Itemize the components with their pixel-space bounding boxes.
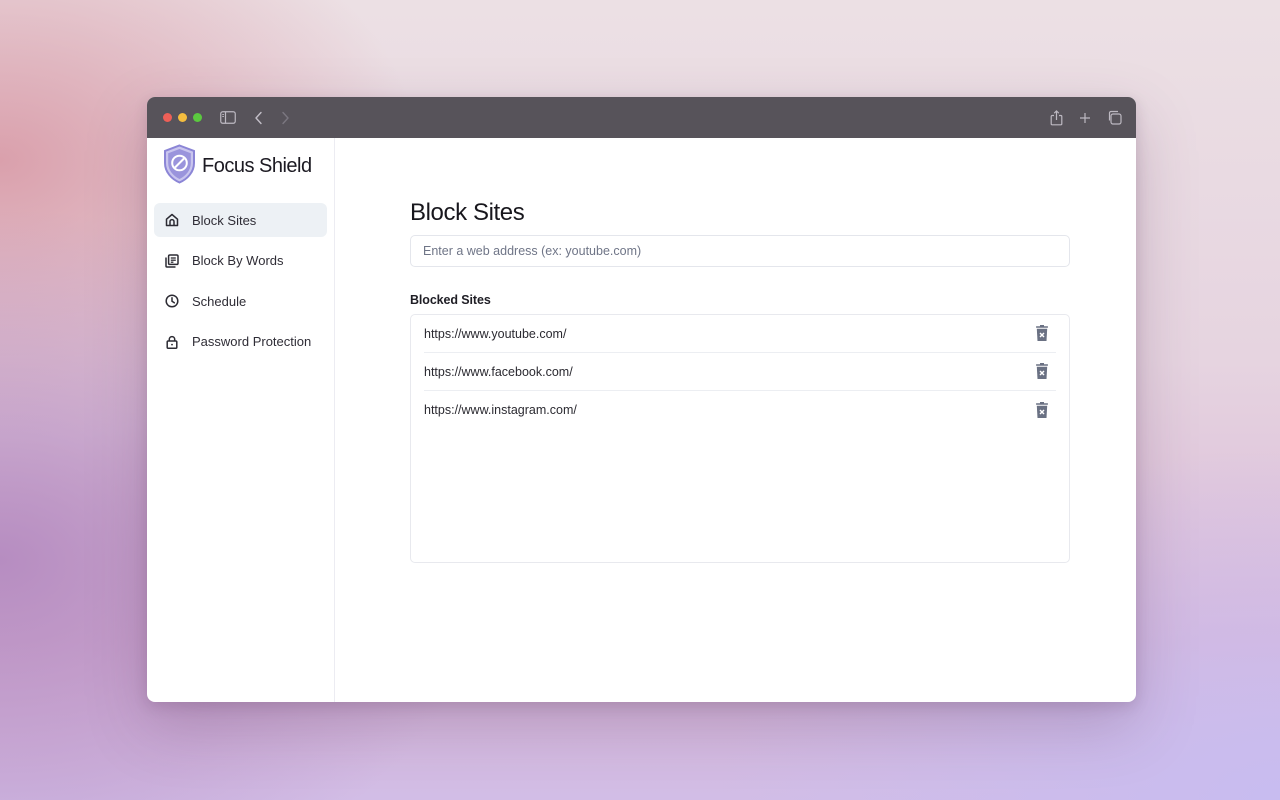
sidebar-item-label: Block Sites [192, 212, 257, 228]
blocked-sites-label: Blocked Sites [410, 293, 491, 307]
site-url: https://www.instagram.com/ [424, 403, 577, 417]
trash-icon [1036, 363, 1048, 379]
main-content: Block Sites Blocked Sites https://www.yo… [335, 138, 1136, 702]
page-title: Block Sites [410, 199, 525, 226]
forward-icon[interactable] [281, 111, 290, 125]
sidebar-item-password-protection[interactable]: Password Protection [154, 325, 327, 359]
sidebar-item-block-by-words[interactable]: Block By Words [154, 244, 327, 278]
zoom-window-button[interactable] [193, 113, 202, 122]
list-item: https://www.youtube.com/ [424, 315, 1056, 353]
traffic-lights [163, 113, 202, 122]
share-icon[interactable] [1050, 109, 1063, 126]
browser-window: Focus Shield Block Sites Block By Words … [147, 97, 1136, 702]
web-address-input[interactable] [410, 235, 1070, 267]
sidebar-item-label: Password Protection [192, 334, 312, 349]
list-item: https://www.instagram.com/ [424, 391, 1056, 429]
sidebar-toggle-icon[interactable] [220, 111, 236, 124]
delete-site-button[interactable] [1034, 325, 1050, 343]
new-tab-icon[interactable] [1079, 112, 1091, 124]
close-window-button[interactable] [163, 113, 172, 122]
sidebar-item-schedule[interactable]: Schedule [154, 284, 327, 318]
blocked-sites-list: https://www.youtube.com/ https://www.fac… [410, 314, 1070, 563]
list-item: https://www.facebook.com/ [424, 353, 1056, 391]
clock-icon [164, 293, 180, 309]
lock-icon [164, 334, 180, 350]
sidebar-item-block-sites[interactable]: Block Sites [154, 203, 327, 237]
notes-icon [164, 253, 180, 269]
sidebar-item-label: Schedule [192, 293, 247, 309]
app-name: Focus Shield [202, 154, 312, 177]
trash-icon [1036, 325, 1048, 341]
sidebar-item-label: Block By Words [192, 253, 284, 268]
site-url: https://www.facebook.com/ [424, 364, 573, 379]
sidebar: Focus Shield Block Sites Block By Words … [147, 138, 335, 702]
site-url: https://www.youtube.com/ [424, 326, 567, 341]
trash-icon [1036, 401, 1048, 418]
back-icon[interactable] [254, 111, 263, 125]
minimize-window-button[interactable] [178, 113, 187, 122]
home-icon [164, 212, 180, 228]
delete-site-button[interactable] [1034, 363, 1050, 381]
app-brand: Focus Shield [154, 143, 327, 189]
tabs-overview-icon[interactable] [1107, 110, 1122, 125]
delete-site-button[interactable] [1034, 401, 1050, 419]
shield-block-icon [163, 143, 196, 189]
browser-titlebar [147, 97, 1136, 138]
